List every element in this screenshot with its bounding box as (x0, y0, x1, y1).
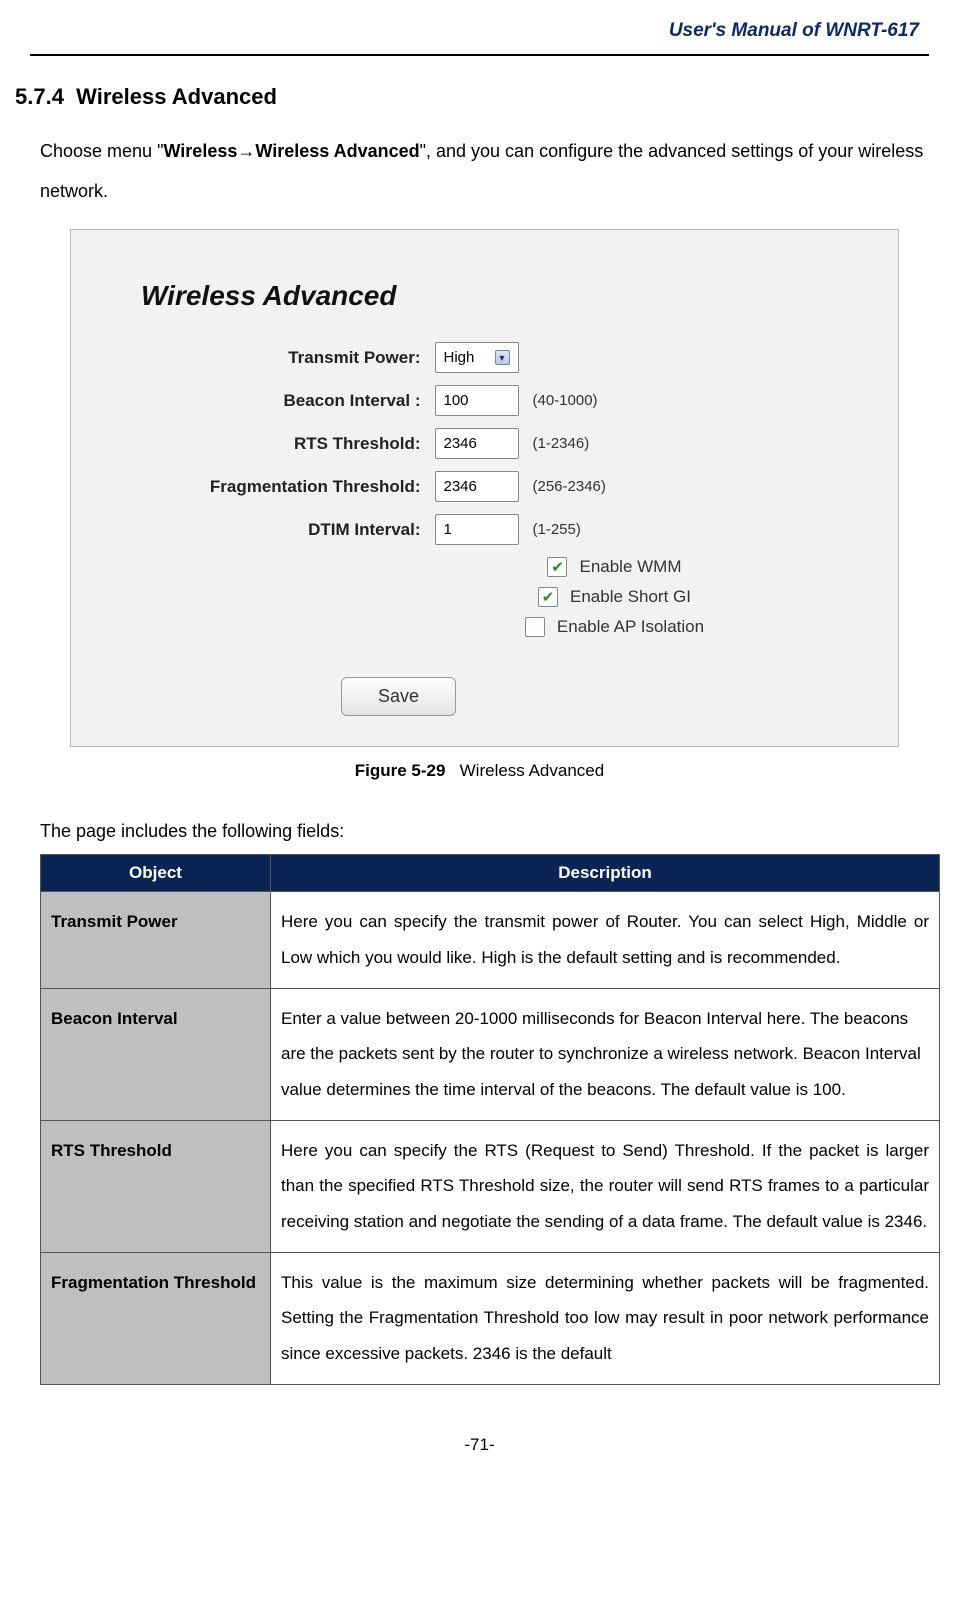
desc-beacon-interval: Enter a value between 20-1000 millisecon… (271, 988, 940, 1120)
label-transmit-power: Transmit Power: (175, 348, 435, 368)
table-row: RTS Threshold Here you can specify the R… (41, 1120, 940, 1252)
checkbox-enable-ap-isolation[interactable]: ✔ (525, 617, 545, 637)
desc-transmit-power: Here you can specify the transmit power … (271, 892, 940, 988)
desc-rts-threshold: Here you can specify the RTS (Request to… (271, 1120, 940, 1252)
intro-prefix: Choose menu " (40, 141, 163, 161)
transmit-power-value: High (444, 349, 475, 366)
intro-menu2: Wireless Advanced (255, 141, 419, 161)
label-enable-shortgi: Enable Short GI (570, 587, 691, 607)
obj-frag-threshold: Fragmentation Threshold (41, 1252, 271, 1384)
row-frag-threshold: Fragmentation Threshold: 2346 (256-2346) (175, 471, 795, 502)
description-table: Object Description Transmit Power Here y… (40, 854, 940, 1385)
label-beacon-interval: Beacon Interval : (175, 391, 435, 411)
section-number: 5.7.4 (15, 84, 64, 109)
row-enable-ap-isolation: ✔ Enable AP Isolation (525, 617, 704, 637)
row-enable-wmm: ✔ Enable WMM (547, 557, 681, 577)
intro-menu1: Wireless (163, 141, 237, 161)
table-row: Fragmentation Threshold This value is th… (41, 1252, 940, 1384)
frag-threshold-input[interactable]: 2346 (435, 471, 519, 502)
label-frag-threshold: Fragmentation Threshold: (175, 477, 435, 497)
header-manual-title: User's Manual of WNRT-617 (30, 20, 929, 54)
section-title: Wireless Advanced (76, 84, 277, 109)
table-row: Transmit Power Here you can specify the … (41, 892, 940, 988)
fields-intro: The page includes the following fields: (40, 821, 929, 842)
dtim-interval-input[interactable]: 1 (435, 514, 519, 545)
row-dtim-interval: DTIM Interval: 1 (1-255) (175, 514, 795, 545)
page-number: -71- (30, 1435, 929, 1455)
table-row: Beacon Interval Enter a value between 20… (41, 988, 940, 1120)
intro-arrow-icon: → (237, 141, 255, 161)
row-beacon-interval: Beacon Interval : 100 (40-1000) (175, 385, 795, 416)
desc-frag-threshold: This value is the maximum size determini… (271, 1252, 940, 1384)
hint-beacon: (40-1000) (533, 392, 598, 409)
row-enable-shortgi: ✔ Enable Short GI (538, 587, 691, 607)
hint-rts: (1-2346) (533, 435, 590, 452)
checkbox-enable-shortgi[interactable]: ✔ (538, 587, 558, 607)
row-rts-threshold: RTS Threshold: 2346 (1-2346) (175, 428, 795, 459)
panel-title: Wireless Advanced (141, 280, 397, 312)
section-intro: Choose menu "Wireless→Wireless Advanced"… (40, 132, 929, 211)
section-heading: 5.7.4 Wireless Advanced (15, 84, 929, 110)
label-enable-wmm: Enable WMM (579, 557, 681, 577)
transmit-power-select[interactable]: High ▼ (435, 342, 519, 373)
label-dtim-interval: DTIM Interval: (175, 520, 435, 540)
header-divider (30, 54, 929, 56)
checkbox-enable-wmm[interactable]: ✔ (547, 557, 567, 577)
figure-screenshot: Wireless Advanced Transmit Power: High ▼… (70, 229, 899, 747)
obj-transmit-power: Transmit Power (41, 892, 271, 988)
hint-dtim: (1-255) (533, 521, 581, 538)
label-enable-ap-isolation: Enable AP Isolation (557, 617, 704, 637)
figure-caption-number: Figure 5-29 (355, 761, 446, 780)
figure-caption: Figure 5-29 Wireless Advanced (30, 761, 929, 781)
obj-rts-threshold: RTS Threshold (41, 1120, 271, 1252)
save-button[interactable]: Save (341, 677, 456, 716)
chevron-down-icon: ▼ (495, 350, 510, 365)
beacon-interval-input[interactable]: 100 (435, 385, 519, 416)
th-description: Description (271, 855, 940, 892)
th-object: Object (41, 855, 271, 892)
row-transmit-power: Transmit Power: High ▼ (175, 342, 795, 373)
figure-caption-text: Wireless Advanced (460, 761, 605, 780)
obj-beacon-interval: Beacon Interval (41, 988, 271, 1120)
rts-threshold-input[interactable]: 2346 (435, 428, 519, 459)
hint-frag: (256-2346) (533, 478, 606, 495)
label-rts-threshold: RTS Threshold: (175, 434, 435, 454)
